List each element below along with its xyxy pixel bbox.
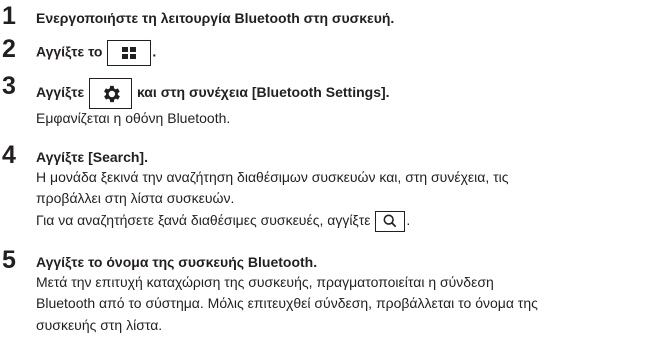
search-icon: [375, 210, 406, 232]
gear-icon: [89, 78, 133, 109]
step-body-line: Για να αναζητήσετε ξανά διαθέσιμες συσκε…: [36, 210, 410, 232]
step-heading-text: Αγγίξτε: [36, 84, 85, 101]
home-grid-icon: [107, 40, 152, 66]
step-heading: Αγγίξτε και στη συνέχεια [Bluetooth Sett…: [36, 78, 390, 109]
step-body-line: Η μονάδα ξεκινά την αναζήτηση διαθέσιμων…: [36, 169, 509, 185]
step-heading: Ενεργοποιήστε τη λειτουργία Bluetooth στ…: [36, 10, 395, 26]
step-number: 1: [2, 2, 16, 30]
step-body-line: συσκευής στη λίστα.: [36, 317, 163, 333]
step-heading: Αγγίξτε το όνομα της συσκευής Bluetooth.: [36, 254, 318, 270]
search-hint-end: .: [406, 212, 411, 228]
step-body-line: προβάλλει στη λίστα συσκευών.: [36, 190, 235, 206]
step-number: 3: [2, 72, 16, 100]
search-hint-text: Για να αναζητήσετε ξανά διαθέσιμες συσκε…: [36, 212, 371, 228]
step-number: 2: [2, 35, 16, 63]
step-heading-end: .: [152, 43, 157, 60]
step-heading-text: Αγγίξτε το: [36, 43, 103, 60]
step-number: 5: [2, 246, 16, 274]
step-body-line: Εμφανίζεται η οθόνη Bluetooth.: [36, 110, 231, 126]
step-heading-end: και στη συνέχεια [Bluetooth Settings].: [136, 84, 390, 101]
step-heading: Αγγίξτε [Search].: [36, 149, 148, 165]
step-number: 4: [2, 141, 16, 169]
step-heading: Αγγίξτε το .: [36, 40, 156, 66]
step-body-line: Bluetooth από το σύστημα. Μόλις επιτευχθ…: [36, 295, 538, 311]
step-body-line: Μετά την επιτυχή καταχώριση της συσκευής…: [36, 274, 494, 290]
